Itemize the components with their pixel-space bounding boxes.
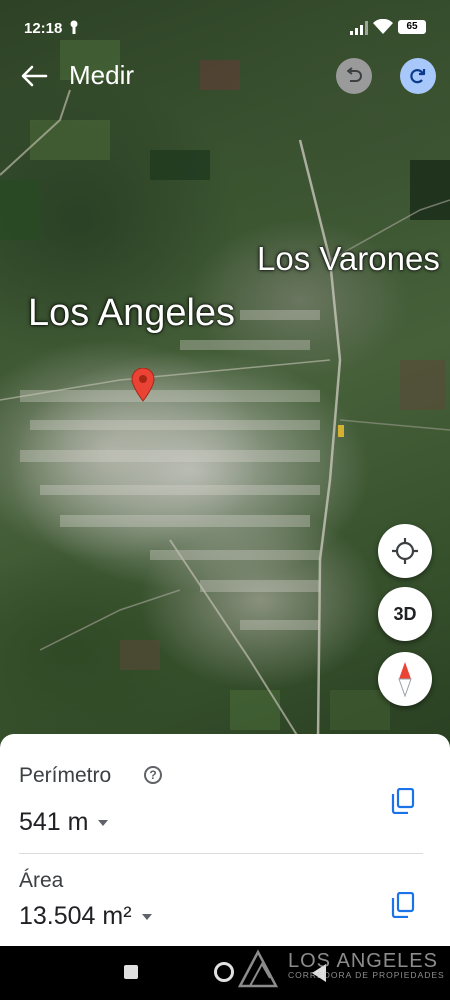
redo-button[interactable] (400, 58, 436, 94)
wifi-icon (373, 19, 393, 34)
copy-icon[interactable] (391, 788, 415, 814)
question-icon[interactable]: ? (144, 766, 162, 784)
area-label: Área (19, 869, 64, 892)
home-button[interactable] (214, 962, 234, 982)
divider (19, 853, 423, 854)
chevron-down-icon (98, 819, 109, 826)
redo-icon (410, 69, 426, 84)
map-terrain (0, 40, 450, 741)
status-time: 12:18 (24, 20, 63, 37)
arrow-left-icon[interactable] (20, 64, 48, 88)
red-location-pin-icon[interactable] (131, 368, 155, 402)
satellite-map[interactable] (0, 0, 450, 745)
watermark: LOS ANGELES CORREDORA DE PROPIEDADES (238, 946, 450, 988)
status-bar: 12:18 65 (0, 0, 450, 56)
recents-button[interactable] (124, 965, 138, 979)
person-pin-icon (70, 20, 78, 34)
measurement-sheet: Perímetro ? 541 m Área 13.504 m² (0, 734, 450, 946)
perimeter-value-dropdown[interactable]: 541 m (19, 808, 109, 837)
map-label-los-varones: Los Varones (257, 240, 440, 277)
compass-icon (398, 662, 412, 697)
chevron-down-icon (141, 913, 152, 920)
my-location-button[interactable] (378, 524, 432, 578)
watermark-subtitle: CORREDORA DE PROPIEDADES (288, 970, 445, 980)
top-toolbar: Medir (0, 56, 450, 96)
undo-icon (347, 67, 362, 82)
3d-toggle-button[interactable]: 3D (378, 587, 432, 641)
area-value-dropdown[interactable]: 13.504 m² (19, 902, 152, 931)
signal-icon (350, 21, 368, 35)
battery-icon: 65 (398, 20, 426, 34)
map-label-los-angeles: Los Angeles (28, 292, 236, 334)
perimeter-label: Perímetro (19, 764, 112, 787)
page-title: Medir (69, 60, 135, 90)
perimeter-value: 541 m (19, 808, 89, 836)
my-location-icon (392, 538, 418, 564)
compass-button[interactable] (378, 652, 432, 706)
copy-icon[interactable] (391, 892, 415, 918)
undo-button[interactable] (336, 58, 372, 94)
watermark-logo (238, 949, 279, 988)
area-value: 13.504 m² (19, 902, 132, 930)
